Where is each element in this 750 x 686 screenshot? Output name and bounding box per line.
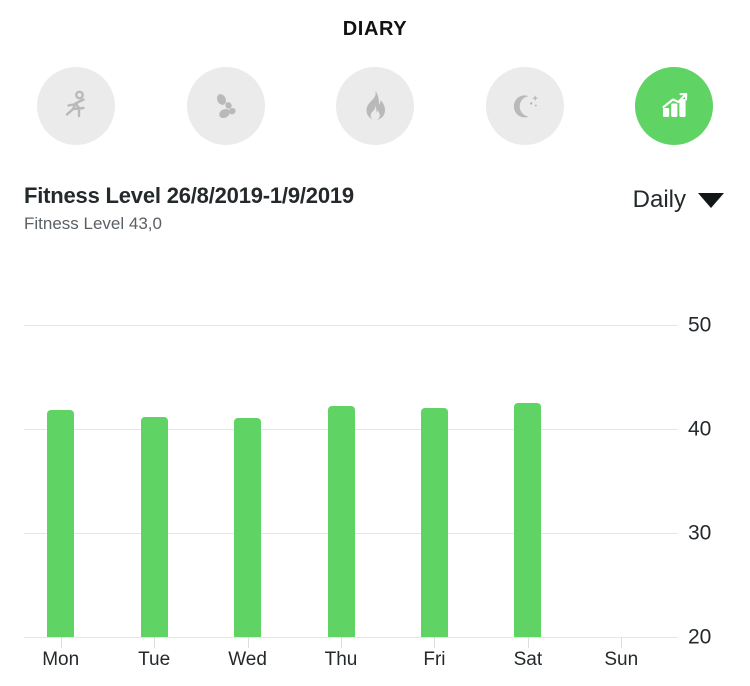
x-axis-tick-label: Sat — [513, 649, 543, 670]
flame-icon — [356, 87, 394, 125]
chart-bar[interactable] — [327, 406, 355, 637]
period-dropdown[interactable]: Daily — [633, 180, 726, 214]
x-axis-tick — [341, 637, 342, 648]
page-title: DIARY — [342, 17, 408, 40]
tab-steps[interactable] — [186, 67, 265, 145]
chart-gridline — [24, 637, 678, 638]
chart-header-text: Fitness Level 26/8/2019-1/9/2019 Fitness… — [24, 180, 354, 236]
tab-activity[interactable] — [37, 67, 115, 145]
fitness-level-chart: 20 30 40 50 Mon Tue Wed Thu Fri Sat Sun — [0, 300, 750, 686]
period-dropdown-label: Daily — [632, 186, 686, 213]
chevron-down-icon — [698, 192, 724, 208]
y-axis-tick-label: 30 — [688, 521, 712, 545]
x-axis-tick-label: Thu — [324, 649, 358, 670]
bar-chart-arrow-icon — [654, 86, 694, 126]
chart-gridline — [24, 325, 678, 326]
y-axis-tick-label: 50 — [688, 313, 712, 337]
running-person-icon — [57, 87, 95, 125]
x-axis-tick — [247, 637, 249, 648]
chart-subtitle: Fitness Level 43,0 — [24, 214, 162, 233]
app-header: DIARY — [0, 0, 750, 58]
tab-sleep[interactable] — [485, 67, 564, 145]
metric-tab-row — [0, 58, 750, 154]
chart-header: Fitness Level 26/8/2019-1/9/2019 Fitness… — [0, 154, 750, 236]
x-axis-tick-label: Wed — [228, 649, 267, 670]
x-axis-tick-label: Sun — [604, 649, 639, 670]
chart-bar[interactable] — [514, 403, 542, 637]
chart-bar[interactable] — [140, 416, 168, 637]
chart-plot-area — [24, 300, 678, 686]
footsteps-icon — [207, 87, 245, 125]
tab-calories[interactable] — [336, 67, 414, 145]
chart-bar[interactable] — [420, 408, 448, 637]
moon-stars-icon — [506, 87, 544, 125]
chart-title: Fitness Level 26/8/2019-1/9/2019 — [24, 183, 354, 208]
x-axis-tick — [527, 637, 529, 648]
tab-fitness-level[interactable] — [635, 67, 713, 145]
x-axis-tick — [621, 637, 623, 648]
x-axis-tick-label: Fri — [423, 649, 446, 670]
chart-bar[interactable] — [47, 410, 75, 637]
chart-bar[interactable] — [234, 417, 262, 637]
x-axis-tick — [434, 637, 436, 648]
x-axis-tick-label: Mon — [42, 649, 80, 670]
x-axis-tick-label: Tue — [138, 649, 171, 670]
x-axis-tick — [154, 637, 156, 648]
y-axis-tick-label: 40 — [688, 417, 712, 441]
y-axis-tick-label: 20 — [688, 625, 712, 649]
x-axis-tick — [60, 637, 62, 648]
